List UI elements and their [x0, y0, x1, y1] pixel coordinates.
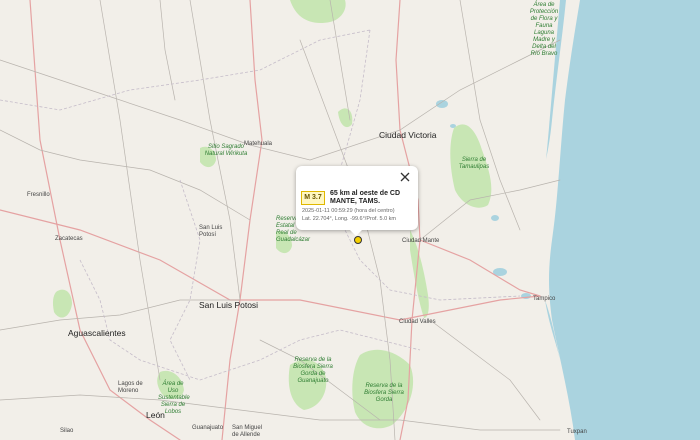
city-tuxpan: Tuxpan — [567, 429, 587, 435]
event-datetime: 2025-01-11 00:59:29 (hora del centro) — [302, 208, 395, 214]
earthquake-popup: M 3.7 65 km al oeste de CD MANTE, TAMS. … — [296, 166, 418, 236]
city-guanajuato: Guanajuato — [192, 425, 224, 431]
epicenter-place: 65 km al oeste de CD MANTE, TAMS. — [330, 190, 401, 205]
gulf-of-mexico — [549, 0, 700, 440]
area-sierra-gorda: Reserva de la Biosfera Sierra Gorda — [364, 383, 404, 403]
city-ciudad-mante: Ciudad Mante — [402, 238, 440, 244]
close-icon[interactable] — [398, 170, 412, 184]
city-lagos-de-moreno: Lagos de Moreno — [118, 381, 143, 394]
city-zacatecas: Zacatecas — [55, 236, 83, 242]
area-sierra-de-lobos: Área de Uso Sustentable Sierra de Lobos — [158, 381, 190, 415]
city-tampico: Tampico — [533, 296, 556, 302]
city-san-luis-potosi: San Luis Potosi — [199, 300, 259, 310]
area-sierra-tamaulipas: Sierra de Tamaulipas — [458, 157, 490, 170]
area-sierra-gorda-guanajuato: Reserva de la Biosfera Sierra Gorda de G… — [293, 357, 333, 384]
city-ciudad-victoria: Ciudad Victoria — [379, 130, 437, 140]
event-coordinates: Lat. 22.704°, Long. -99.6°/Prof. 5.0 km — [302, 216, 396, 222]
area-laguna-madre: Área de Protección de Flora y Fauna Lagu… — [529, 2, 559, 57]
city-san-luis-potosi-small: San Luis Potosí — [199, 225, 223, 238]
city-fresnillo: Fresnillo — [27, 192, 50, 198]
earthquake-epicenter-marker[interactable] — [354, 236, 362, 244]
magnitude-badge: M 3.7 — [301, 191, 325, 205]
city-aguascalientes: Aguascalientes — [68, 328, 126, 338]
city-silao: Silao — [60, 428, 74, 434]
popup-tip — [350, 230, 362, 236]
city-san-miguel-de-allende: San Miguel de Allende — [232, 425, 263, 438]
area-wirikuta: Sitio Sagrado Natural Wirikuta — [204, 144, 248, 157]
city-ciudad-valles: Ciudad Valles — [399, 319, 436, 325]
